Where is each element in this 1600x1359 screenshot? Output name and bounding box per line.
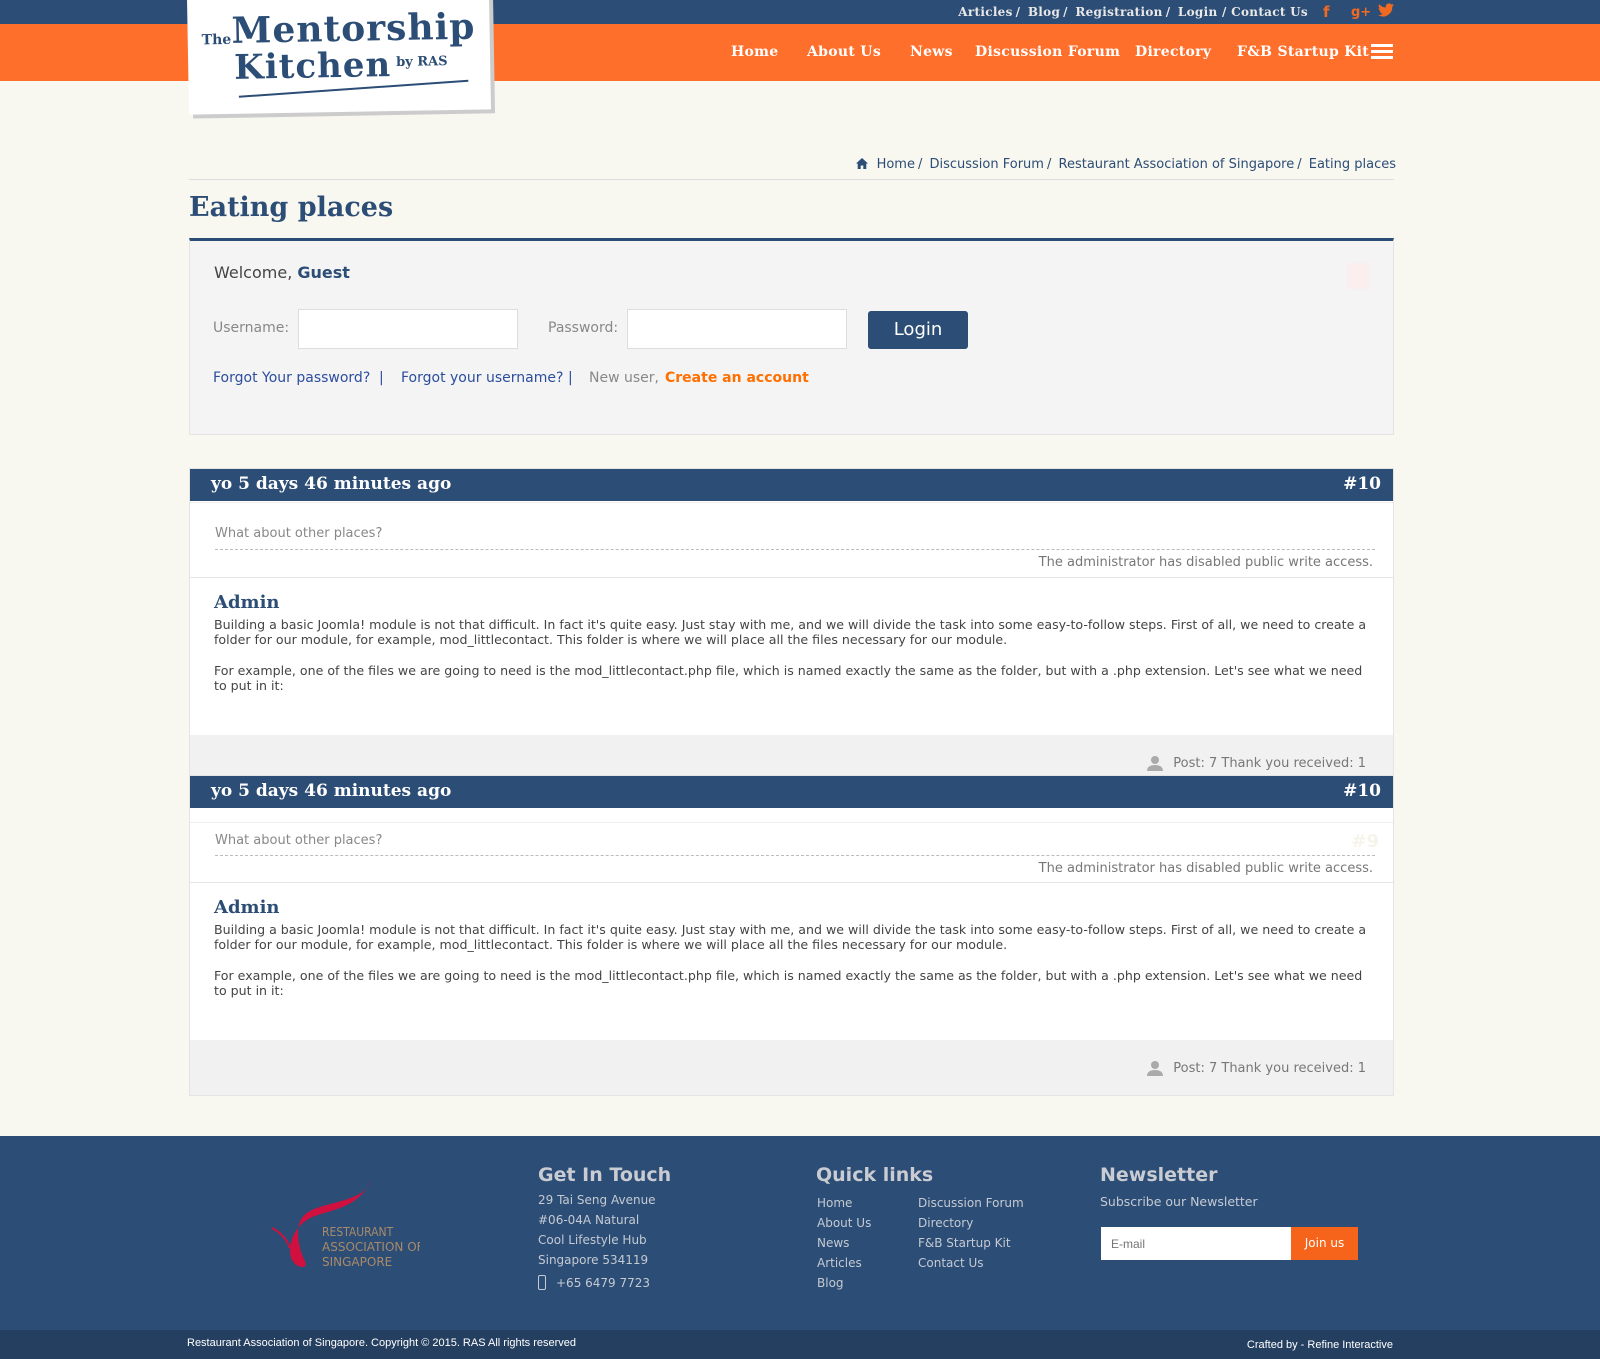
footer-link-articles[interactable]: Articles bbox=[817, 1256, 862, 1270]
twitter-icon[interactable] bbox=[1378, 3, 1394, 21]
password-input[interactable] bbox=[627, 309, 847, 349]
post-stats: Post: 7 Thank you received: 1 bbox=[1173, 756, 1366, 771]
svg-text:ASSOCIATION OF: ASSOCIATION OF bbox=[322, 1240, 420, 1254]
contact-title: Get In Touch bbox=[538, 1164, 672, 1186]
forgot-password-link[interactable]: Forgot Your password? bbox=[213, 370, 370, 386]
post-footer: Post: 7 Thank you received: 1 bbox=[190, 1040, 1393, 1095]
google-plus-icon[interactable]: g+ bbox=[1351, 5, 1371, 20]
post-paragraph: Building a basic Joomla! module is not t… bbox=[214, 617, 1367, 647]
top-link-blog[interactable]: Blog bbox=[1028, 5, 1060, 19]
facebook-icon[interactable]: f bbox=[1323, 3, 1330, 21]
placeholder-box bbox=[1347, 263, 1369, 289]
forum-post: yo 5 days 46 minutes ago #10 What about o… bbox=[189, 775, 1394, 1096]
page-title: Eating places bbox=[189, 192, 394, 223]
post-title: yo 5 days 46 minutes ago bbox=[211, 474, 452, 494]
site-footer: RESTAURANT ASSOCIATION OF SINGAPORE Get … bbox=[0, 1136, 1600, 1330]
post-body: Admin Building a basic Joomla! module is… bbox=[190, 883, 1393, 1040]
bottom-bar: Restaurant Association of Singapore. Cop… bbox=[0, 1330, 1600, 1359]
login-box: Welcome, Guest Username: Password: Login… bbox=[189, 238, 1394, 435]
breadcrumb: Home / Discussion Forum / Restaurant Assoc… bbox=[856, 157, 1396, 172]
separator: | bbox=[568, 370, 573, 386]
newsletter-email-input[interactable] bbox=[1101, 1227, 1291, 1260]
create-account-link[interactable]: Create an account bbox=[665, 370, 809, 386]
svg-text:SINGAPORE: SINGAPORE bbox=[322, 1255, 392, 1269]
menu-icon[interactable] bbox=[1371, 44, 1393, 60]
breadcrumb-forum[interactable]: Discussion Forum bbox=[929, 157, 1043, 172]
footer-link-news[interactable]: News bbox=[817, 1236, 849, 1250]
new-user-text: New user, bbox=[589, 370, 659, 386]
faint-post-number: #9 bbox=[1351, 831, 1379, 852]
quick-links-col2: Discussion Forum Directory F&B Startup K… bbox=[918, 1193, 1024, 1273]
copyright: Restaurant Association of Singapore. Cop… bbox=[187, 1337, 577, 1349]
write-access-notice: The administrator has disabled public wr… bbox=[1038, 861, 1373, 876]
post-body: Admin Building a basic Joomla! module is… bbox=[190, 578, 1393, 735]
svg-text:RESTAURANT: RESTAURANT bbox=[322, 1225, 394, 1239]
welcome-text: Welcome, Guest bbox=[214, 263, 350, 282]
separator: | bbox=[379, 370, 384, 386]
footer-link-contact[interactable]: Contact Us bbox=[918, 1256, 984, 1270]
divider bbox=[189, 179, 1394, 180]
footer-link-about[interactable]: About Us bbox=[817, 1216, 871, 1230]
quick-links-col1: Home About Us News Articles Blog bbox=[817, 1193, 871, 1293]
phone-icon bbox=[538, 1275, 546, 1290]
top-links: Articles / Blog / Registration / Login / Co… bbox=[958, 5, 1308, 19]
question-text: What about other places? bbox=[215, 526, 383, 541]
post-title: yo 5 days 46 minutes ago bbox=[211, 781, 452, 801]
user-icon bbox=[1147, 756, 1163, 771]
post-paragraph: Building a basic Joomla! module is not t… bbox=[214, 922, 1367, 952]
post-stats: Post: 7 Thank you received: 1 bbox=[1173, 1061, 1366, 1076]
post-author[interactable]: Admin bbox=[214, 897, 1369, 918]
post-question: What about other places? #9 The administ… bbox=[190, 822, 1393, 883]
post-header: yo 5 days 46 minutes ago #10 bbox=[190, 776, 1393, 808]
post-paragraph: For example, one of the files we are goi… bbox=[214, 663, 1363, 693]
home-icon bbox=[856, 158, 869, 169]
write-access-notice: The administrator has disabled public wr… bbox=[1038, 555, 1373, 570]
username-label: Username: bbox=[213, 320, 290, 336]
breadcrumb-current: Eating places bbox=[1308, 157, 1396, 172]
footer-link-startup-kit[interactable]: F&B Startup Kit bbox=[918, 1236, 1011, 1250]
ras-logo: RESTAURANT ASSOCIATION OF SINGAPORE bbox=[271, 1181, 420, 1269]
post-paragraph: For example, one of the files we are goi… bbox=[214, 968, 1363, 998]
post-header: yo 5 days 46 minutes ago #10 bbox=[190, 469, 1393, 501]
post-number[interactable]: #10 bbox=[1343, 781, 1381, 801]
newsletter-title: Newsletter bbox=[1100, 1164, 1218, 1186]
breadcrumb-home[interactable]: Home bbox=[877, 157, 915, 172]
login-button[interactable]: Login bbox=[868, 311, 968, 349]
phone-number: +65 6479 7723 bbox=[556, 1276, 651, 1290]
newsletter-subtitle: Subscribe our Newsletter bbox=[1100, 1194, 1258, 1209]
top-link-articles[interactable]: Articles bbox=[958, 5, 1012, 19]
post-number[interactable]: #10 bbox=[1343, 474, 1381, 494]
breadcrumb-ras[interactable]: Restaurant Association of Singapore bbox=[1059, 157, 1295, 172]
top-link-registration[interactable]: Registration bbox=[1075, 5, 1162, 19]
nav-discussion-forum[interactable]: Discussion Forum bbox=[975, 44, 1120, 60]
forum-post: yo 5 days 46 minutes ago #10 What about o… bbox=[189, 468, 1394, 788]
username-input[interactable] bbox=[298, 309, 518, 349]
crafted-by[interactable]: Crafted by - Refine Interactive bbox=[1247, 1339, 1393, 1351]
forgot-username-link[interactable]: Forgot your username? bbox=[401, 370, 563, 386]
user-icon bbox=[1147, 1061, 1163, 1076]
post-author[interactable]: Admin bbox=[214, 592, 1369, 613]
site-logo[interactable]: The Mentorship Kitchen by RAS bbox=[187, 0, 491, 115]
quick-links-title: Quick links bbox=[816, 1164, 934, 1186]
footer-link-directory[interactable]: Directory bbox=[918, 1216, 973, 1230]
question-text: What about other places? bbox=[215, 833, 383, 848]
join-button[interactable]: Join us bbox=[1291, 1227, 1358, 1260]
password-label: Password: bbox=[548, 320, 619, 336]
post-question: What about other places? The administrat… bbox=[190, 502, 1393, 578]
top-link-login[interactable]: Login bbox=[1178, 5, 1218, 19]
nav-home[interactable]: Home bbox=[731, 44, 779, 60]
top-link-contact[interactable]: Contact Us bbox=[1231, 5, 1308, 19]
nav-directory[interactable]: Directory bbox=[1135, 44, 1211, 60]
nav-news[interactable]: News bbox=[910, 44, 953, 60]
footer-link-blog[interactable]: Blog bbox=[817, 1276, 844, 1290]
address: 29 Tai Seng Avenue #06-04A Natural Cool Li… bbox=[538, 1193, 656, 1290]
footer-link-forum[interactable]: Discussion Forum bbox=[918, 1196, 1024, 1210]
nav-about-us[interactable]: About Us bbox=[807, 44, 881, 60]
footer-link-home[interactable]: Home bbox=[817, 1196, 852, 1210]
nav-startup-kit[interactable]: F&B Startup Kit bbox=[1237, 44, 1369, 60]
